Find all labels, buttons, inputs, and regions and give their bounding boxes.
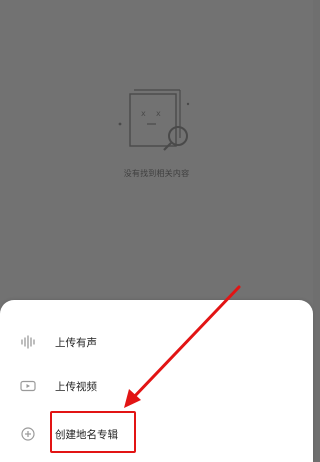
create-place-album-item[interactable]: 创建地名专辑 [0, 414, 313, 454]
upload-audio-label: 上传有声 [55, 336, 97, 349]
empty-state-message: 没有找到相关内容 [123, 169, 190, 178]
empty-state: x x 没有找到相关内容 [0, 70, 313, 190]
audio-wave-icon [18, 332, 38, 352]
bottom-sheet: 上传有声 上传视频 创建地名专辑 [0, 300, 313, 462]
svg-text:x: x [156, 109, 161, 118]
upload-video-label: 上传视频 [55, 380, 97, 393]
video-camera-icon [18, 376, 38, 396]
empty-box-search-icon: x x [118, 89, 190, 151]
upload-video-item[interactable]: 上传视频 [0, 366, 313, 406]
annotation-highlight-box [50, 411, 136, 453]
svg-text:x: x [141, 109, 146, 118]
upload-audio-item[interactable]: 上传有声 [0, 322, 313, 362]
plus-circle-icon [18, 424, 38, 444]
